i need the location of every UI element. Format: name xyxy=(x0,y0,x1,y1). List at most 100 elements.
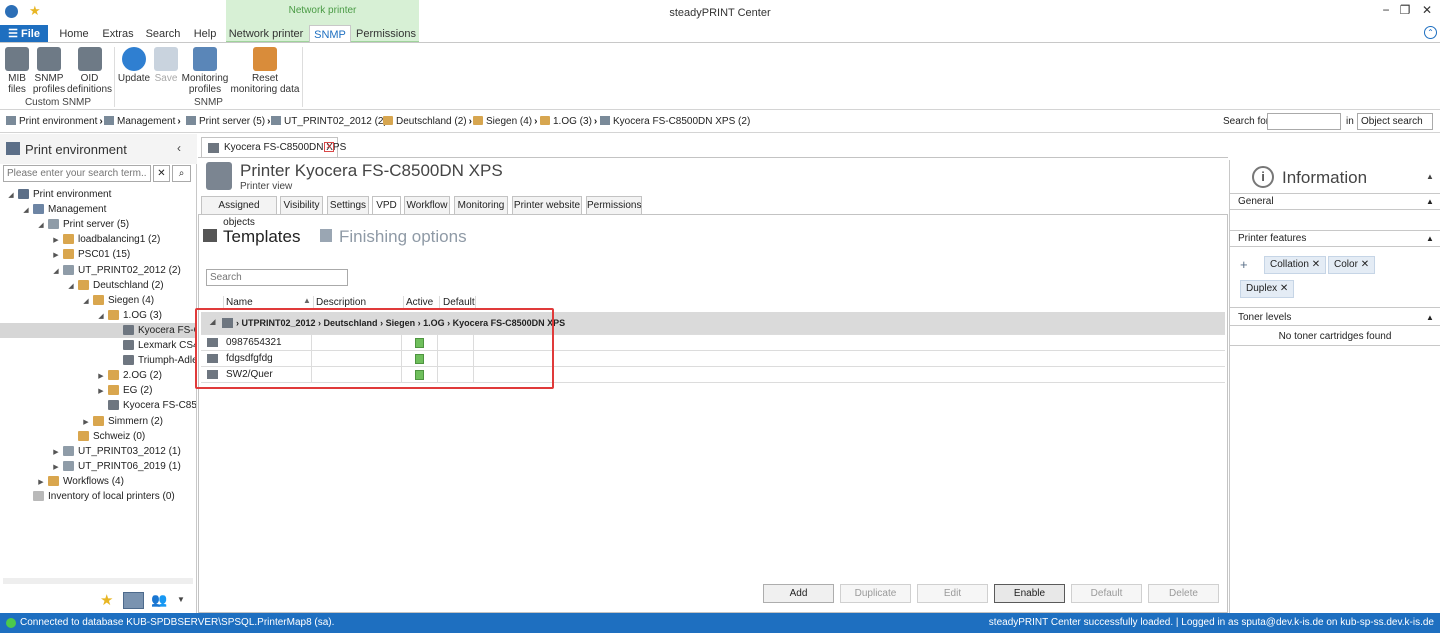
tree-item[interactable]: ▶ 2.OG (2) xyxy=(0,368,196,383)
expand-icon[interactable]: ▶ xyxy=(96,384,106,399)
tab-network-printer[interactable]: Network printer xyxy=(228,25,304,43)
column-name[interactable]: Name xyxy=(226,297,253,308)
feature-chip-color[interactable]: Color ✕ xyxy=(1328,256,1376,274)
tree-item[interactable]: ◢ Print environment xyxy=(0,187,196,202)
collapse-icon[interactable]: ◢ xyxy=(96,309,106,324)
tree-item[interactable]: Lexmark CS410 xyxy=(0,338,196,353)
crumb-server[interactable]: UT_PRINT02_2012 (2)› xyxy=(271,116,392,127)
duplicate-button[interactable]: Duplicate xyxy=(840,584,911,603)
crumb-management[interactable]: Management › xyxy=(104,116,181,127)
tree-item[interactable]: Kyocera FS-C8 xyxy=(0,322,196,338)
subtab-visibility[interactable]: Visibility xyxy=(280,196,323,215)
tree-item[interactable]: ▶ loadbalancing1 (2) xyxy=(0,232,196,247)
delete-button[interactable]: Delete xyxy=(1148,584,1219,603)
expand-icon[interactable]: ▶ xyxy=(96,369,106,384)
mib-files-button[interactable]: MIB files xyxy=(4,47,30,95)
collapse-icon[interactable]: ◢ xyxy=(81,294,91,309)
templates-section-tab[interactable]: Templates xyxy=(223,227,300,247)
expand-icon[interactable]: ▶ xyxy=(51,248,61,263)
tab-search[interactable]: Search xyxy=(143,25,183,43)
favorites-star-icon[interactable]: ★ xyxy=(100,591,113,609)
tree-search-input[interactable] xyxy=(3,165,151,182)
enable-button[interactable]: Enable xyxy=(994,584,1065,603)
remove-chip-icon[interactable]: ✕ xyxy=(1280,283,1288,294)
tab-file[interactable]: ☰ File xyxy=(0,25,48,43)
collapse-ribbon-icon[interactable]: ⌃ xyxy=(1424,26,1437,39)
save-button[interactable]: Save xyxy=(153,47,179,84)
expand-icon[interactable]: ▶ xyxy=(36,475,46,490)
remove-chip-icon[interactable]: ✕ xyxy=(1361,259,1369,270)
tree-item[interactable]: ◢ Management xyxy=(0,202,196,217)
oid-definitions-button[interactable]: OID definitions xyxy=(67,47,112,95)
crumb-printer[interactable]: Kyocera FS-C8500DN XPS (2) xyxy=(600,116,750,127)
default-button[interactable]: Default xyxy=(1071,584,1142,603)
reset-monitoring-data-button[interactable]: Reset monitoring data xyxy=(230,47,300,95)
tab-help[interactable]: Help xyxy=(189,25,221,43)
tree-item[interactable]: ▶ EG (2) xyxy=(0,383,196,398)
crumb-1og[interactable]: 1.OG (3) › xyxy=(540,116,597,127)
close-tab-icon[interactable]: ✕ xyxy=(324,142,334,152)
edit-button[interactable]: Edit xyxy=(917,584,988,603)
tab-snmp[interactable]: SNMP xyxy=(309,25,351,43)
document-tab[interactable]: Kyocera FS-C8500DN XPS ✕ xyxy=(201,137,346,157)
expand-icon[interactable]: ▶ xyxy=(51,445,61,460)
column-description[interactable]: Description xyxy=(316,297,366,308)
collapse-info-icon[interactable]: ▲ xyxy=(1426,172,1434,181)
tree-item[interactable]: ▶ PSC01 (15) xyxy=(0,247,196,262)
column-active[interactable]: Active xyxy=(406,297,433,308)
tree-item[interactable]: ◢ Print server (5) xyxy=(0,217,196,232)
crumb-print-server[interactable]: Print server (5) › xyxy=(186,116,270,127)
close-icon[interactable]: ✕ xyxy=(1418,3,1436,19)
crumb-siegen[interactable]: Siegen (4) › xyxy=(473,116,537,127)
column-default[interactable]: Default xyxy=(443,297,475,308)
section-printer-features[interactable]: Printer features ▲ xyxy=(1230,231,1440,247)
tree-item[interactable]: ◢ UT_PRINT02_2012 (2) xyxy=(0,263,196,278)
tab-extras[interactable]: Extras xyxy=(99,25,137,43)
tree-item[interactable]: ▶ Workflows (4) xyxy=(0,474,196,489)
subtab-monitoring[interactable]: Monitoring xyxy=(454,196,508,215)
more-dropdown-icon[interactable]: ▼ xyxy=(177,595,185,604)
subtab-assigned-objects[interactable]: Assigned objects xyxy=(201,196,277,228)
collapse-icon[interactable]: ◢ xyxy=(21,203,31,218)
subtab-settings[interactable]: Settings xyxy=(327,196,369,215)
tree-item[interactable]: ◢ Siegen (4) xyxy=(0,293,196,308)
expand-icon[interactable]: ▶ xyxy=(81,415,91,430)
tab-home[interactable]: Home xyxy=(55,25,93,43)
templates-search-input[interactable] xyxy=(206,269,348,286)
collapse-icon[interactable]: ◢ xyxy=(66,279,76,294)
tree-scrollbar[interactable] xyxy=(3,578,193,584)
feature-chip-duplex[interactable]: Duplex ✕ xyxy=(1240,280,1295,298)
tab-permissions[interactable]: Permissions xyxy=(356,25,416,43)
remove-chip-icon[interactable]: ✕ xyxy=(1312,259,1320,270)
section-toner-levels[interactable]: Toner levels ▲ xyxy=(1230,310,1440,326)
tree-item[interactable]: Inventory of local printers (0) xyxy=(0,489,196,504)
search-scope-select[interactable]: Object search xyxy=(1357,113,1433,130)
tree-item[interactable]: ▶ Simmern (2) xyxy=(0,414,196,429)
crumb-deutschland[interactable]: Deutschland (2) › xyxy=(383,116,472,127)
clear-search-button[interactable]: ✕ xyxy=(153,165,170,182)
feature-chip-collation[interactable]: Collation ✕ xyxy=(1264,256,1327,274)
environment-view-icon[interactable] xyxy=(123,592,144,609)
search-icon[interactable]: ⌕ xyxy=(172,165,191,182)
add-feature-icon[interactable]: + xyxy=(1240,257,1248,272)
collapse-icon[interactable]: ◢ xyxy=(51,264,61,279)
finishing-options-section-tab[interactable]: Finishing options xyxy=(339,227,467,247)
update-button[interactable]: Update xyxy=(117,47,151,84)
expand-icon[interactable]: ▶ xyxy=(51,460,61,475)
tree-item[interactable]: ◢ Deutschland (2) xyxy=(0,278,196,293)
collapse-icon[interactable]: ◢ xyxy=(36,218,46,233)
add-button[interactable]: Add xyxy=(763,584,834,603)
collapse-panel-icon[interactable]: ‹ xyxy=(177,141,181,155)
monitoring-profiles-button[interactable]: Monitoring profiles xyxy=(181,47,229,95)
expand-icon[interactable]: ▶ xyxy=(51,233,61,248)
subtab-vpd[interactable]: VPD xyxy=(372,196,401,215)
search-for-input[interactable] xyxy=(1267,113,1341,130)
subtab-printer-website[interactable]: Printer website xyxy=(512,196,582,215)
tree-item[interactable]: ◢ 1.OG (3) xyxy=(0,308,196,323)
tree-item[interactable]: Kyocera FS-C8500 xyxy=(0,398,196,413)
collapse-icon[interactable]: ◢ xyxy=(6,188,16,203)
crumb-print-environment[interactable]: Print environment › xyxy=(6,116,103,127)
tree-item[interactable]: ▶ UT_PRINT03_2012 (1) xyxy=(0,444,196,459)
restore-icon[interactable]: ❐ xyxy=(1396,3,1414,19)
tree-item[interactable]: ▶ UT_PRINT06_2019 (1) xyxy=(0,459,196,474)
